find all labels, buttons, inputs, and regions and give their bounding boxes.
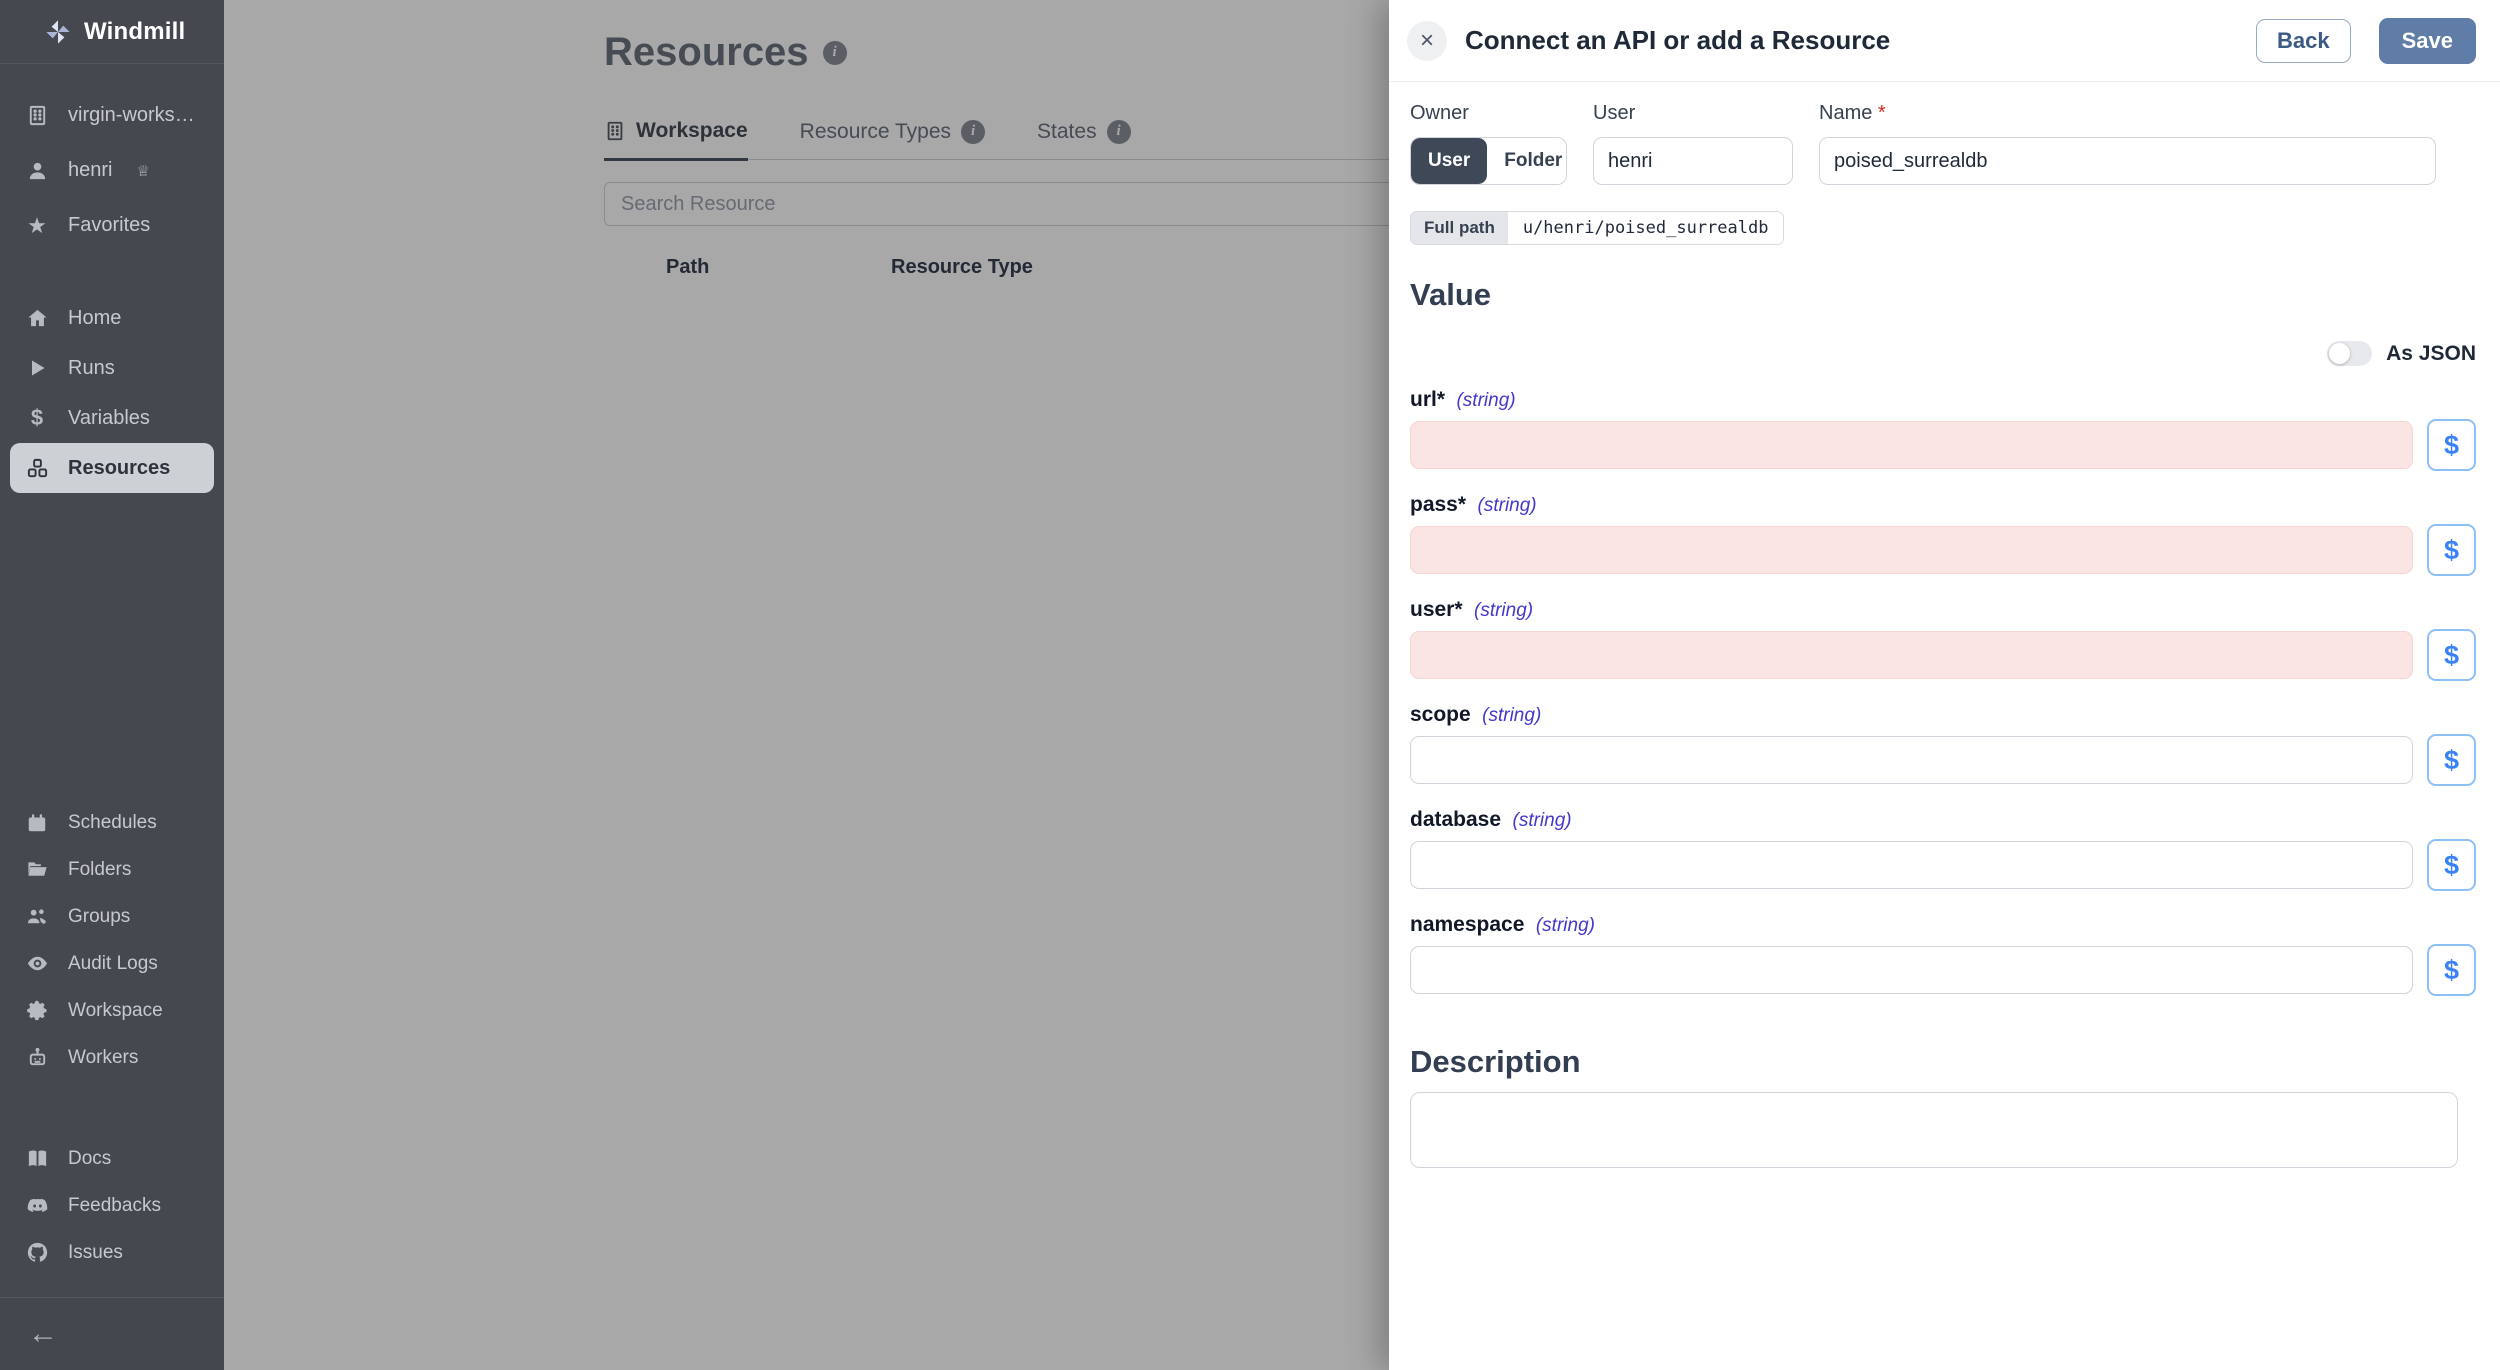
collapse-sidebar-icon[interactable]: ← — [28, 1317, 58, 1351]
sidebar-item-groups[interactable]: Groups — [10, 893, 214, 940]
github-icon — [24, 1241, 50, 1264]
sidebar-item-user[interactable]: henri ♕ — [10, 143, 214, 198]
field-name-namespace: namespace — [1410, 913, 1525, 936]
owner-user-option[interactable]: User — [1411, 138, 1488, 184]
required-asterisk: * — [1436, 388, 1446, 411]
insert-variable-button[interactable]: $ — [2427, 524, 2476, 576]
pass-input[interactable] — [1410, 526, 2413, 574]
username: henri — [68, 159, 113, 181]
dollar-icon: $ — [30, 405, 44, 430]
sidebar-item-feedbacks[interactable]: Feedbacks — [10, 1182, 214, 1229]
field-type-hint: (string) — [1535, 915, 1595, 936]
building-icon — [24, 104, 50, 127]
sidebar-item-favorites[interactable]: ★ Favorites — [10, 198, 214, 253]
sidebar-item-audit-logs[interactable]: Audit Logs — [10, 940, 214, 987]
insert-variable-button[interactable]: $ — [2427, 419, 2476, 471]
as-json-toggle[interactable] — [2327, 341, 2373, 366]
boxes-icon — [24, 457, 50, 480]
as-json-label: As JSON — [2386, 341, 2476, 365]
play-icon — [24, 358, 50, 378]
required-asterisk: * — [1877, 102, 1886, 124]
sidebar: Windmill virgin-worksp... henri ♕ ★ Favo… — [0, 0, 224, 1370]
field-type-hint: (string) — [1482, 705, 1542, 726]
sidebar-item-home[interactable]: Home — [10, 293, 214, 343]
save-button[interactable]: Save — [2378, 17, 2476, 64]
owner-kind-toggle: User Folder — [1410, 137, 1567, 185]
description-textarea[interactable] — [1410, 1092, 2458, 1168]
discord-icon — [24, 1194, 50, 1217]
admin-crown-icon: ♕ — [136, 162, 150, 180]
toggle-knob — [2329, 343, 2351, 364]
name-label: Name — [1819, 102, 1873, 124]
sidebar-item-variables[interactable]: $ Variables — [10, 393, 214, 443]
field-type-hint: (string) — [1456, 390, 1516, 411]
required-asterisk: * — [1457, 493, 1467, 516]
field-name-url: url — [1410, 388, 1437, 411]
database-input[interactable] — [1410, 841, 2413, 889]
url-input[interactable] — [1410, 421, 2413, 469]
add-resource-drawer: × Connect an API or add a Resource Back … — [1389, 0, 2500, 1370]
field-name-scope: scope — [1410, 703, 1471, 726]
drawer-title: Connect an API or add a Resource — [1465, 25, 1891, 55]
resource-name-input[interactable] — [1819, 137, 2436, 185]
sidebar-item-resources[interactable]: Resources — [10, 443, 214, 493]
owner-user-input[interactable] — [1593, 137, 1793, 185]
eye-icon — [24, 952, 50, 975]
app-logo-text: Windmill — [84, 17, 186, 45]
insert-variable-button[interactable]: $ — [2427, 839, 2476, 891]
field-type-hint: (string) — [1477, 495, 1537, 516]
sidebar-item-runs[interactable]: Runs — [10, 343, 214, 393]
sidebar-item-docs[interactable]: Docs — [10, 1135, 214, 1182]
windmill-logo-icon — [44, 18, 72, 46]
home-icon — [24, 307, 50, 330]
users-icon — [24, 905, 50, 928]
sidebar-item-workspace-settings[interactable]: Workspace — [10, 987, 214, 1034]
value-section-heading: Value — [1410, 277, 1491, 312]
sidebar-item-folders[interactable]: Folders — [10, 846, 214, 893]
user-icon — [24, 159, 50, 182]
insert-variable-button[interactable]: $ — [2427, 944, 2476, 996]
calendar-icon — [24, 812, 50, 834]
insert-variable-button[interactable]: $ — [2427, 629, 2476, 681]
required-asterisk: * — [1454, 598, 1463, 621]
owner-user-label: User — [1593, 102, 1636, 124]
namespace-input[interactable] — [1410, 946, 2413, 994]
full-path-display: Full path u/henri/poised_surrealdb — [1410, 211, 1785, 245]
sidebar-footer: ← — [0, 1297, 224, 1370]
app-logo[interactable]: Windmill — [0, 0, 224, 64]
sidebar-item-workspace-switcher[interactable]: virgin-worksp... — [10, 88, 214, 143]
workspace-name: virgin-worksp... — [68, 104, 200, 126]
user-input[interactable] — [1410, 631, 2413, 679]
full-path-value: u/henri/poised_surrealdb — [1507, 212, 1784, 244]
owner-folder-option[interactable]: Folder — [1487, 138, 1566, 184]
description-heading: Description — [1410, 1044, 1581, 1079]
folder-icon — [24, 858, 50, 881]
insert-variable-button[interactable]: $ — [2427, 734, 2476, 786]
field-name-database: database — [1410, 808, 1502, 831]
field-type-hint: (string) — [1512, 810, 1572, 831]
star-icon: ★ — [27, 212, 47, 238]
back-button[interactable]: Back — [2256, 18, 2351, 63]
full-path-label: Full path — [1411, 212, 1508, 244]
book-icon — [24, 1147, 50, 1170]
sidebar-item-schedules[interactable]: Schedules — [10, 799, 214, 846]
field-name-pass: pass — [1410, 493, 1458, 516]
field-name-user: user — [1410, 598, 1455, 621]
sidebar-item-issues[interactable]: Issues — [10, 1229, 214, 1276]
sidebar-item-workers[interactable]: Workers — [10, 1034, 214, 1081]
owner-label: Owner — [1410, 102, 1469, 124]
scope-input[interactable] — [1410, 736, 2413, 784]
gear-icon — [24, 999, 50, 1022]
field-type-hint: (string) — [1474, 600, 1534, 621]
close-icon[interactable]: × — [1407, 20, 1447, 61]
robot-icon — [24, 1046, 50, 1069]
